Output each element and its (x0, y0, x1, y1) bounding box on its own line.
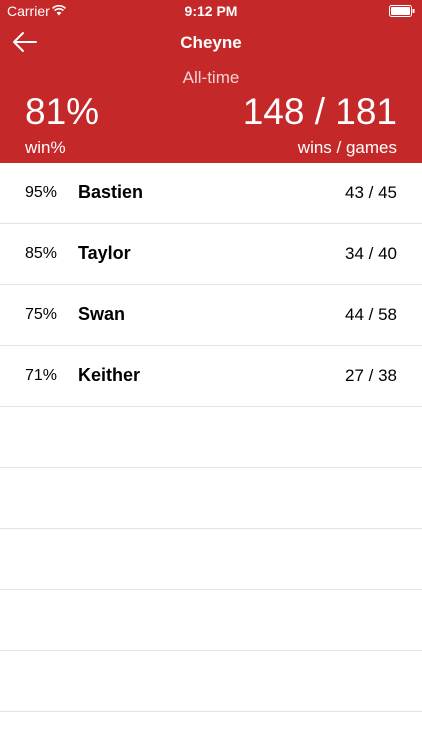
win-percent: 81% (25, 91, 100, 132)
list-item[interactable]: 95% Bastien 43 / 45 (0, 163, 422, 224)
empty-row (0, 468, 422, 529)
row-win-percent: 71% (25, 367, 58, 384)
page-title: Cheyne (180, 33, 242, 52)
win-record: 148 / 181 (242, 91, 397, 132)
row-record: 44 / 58 (345, 305, 397, 324)
status-time: 9:12 PM (184, 3, 238, 19)
row-record: 34 / 40 (345, 244, 397, 263)
win-record-label: wins / games (297, 138, 397, 157)
row-record: 43 / 45 (345, 183, 397, 202)
opponent-list: 95% Bastien 43 / 45 85% Taylor 34 / 40 7… (0, 163, 422, 712)
row-record: 27 / 38 (345, 366, 397, 385)
empty-row (0, 651, 422, 712)
empty-row (0, 590, 422, 651)
row-win-percent: 75% (25, 306, 58, 323)
empty-row (0, 407, 422, 468)
row-win-percent: 85% (25, 245, 58, 262)
row-name: Swan (78, 304, 126, 324)
row-name: Keither (78, 365, 141, 385)
win-percent-label: win% (25, 138, 66, 157)
empty-row (0, 529, 422, 590)
row-name: Taylor (78, 243, 131, 263)
row-name: Bastien (78, 182, 144, 202)
list-item[interactable]: 85% Taylor 34 / 40 (0, 224, 422, 285)
header: Carrier 9:12 PM Cheyne All-time 81% 148 … (0, 0, 422, 163)
row-win-percent: 95% (25, 184, 58, 201)
list-item[interactable]: 75% Swan 44 / 58 (0, 285, 422, 346)
period-label: All-time (182, 68, 240, 87)
status-bar: Carrier 9:12 PM (0, 0, 422, 22)
battery-icon (389, 5, 415, 17)
list-item[interactable]: 71% Keither 27 / 38 (0, 346, 422, 407)
